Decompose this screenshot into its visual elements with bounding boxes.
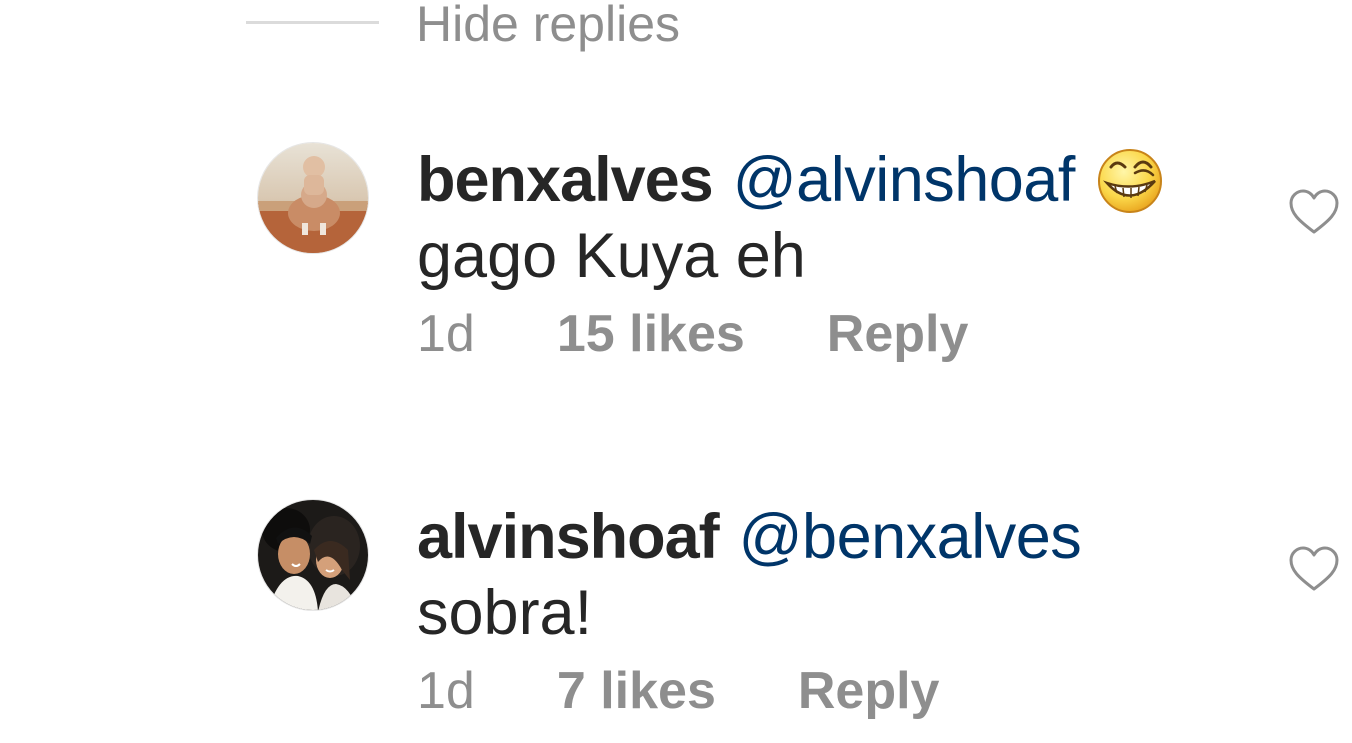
- mention-link[interactable]: @alvinshoaf: [733, 140, 1076, 220]
- comment-body: alvinshoaf @benxalves sobra! 1d 7 likes …: [417, 497, 1257, 721]
- comment-timestamp: 1d: [417, 305, 475, 363]
- mention-link[interactable]: @benxalves: [739, 497, 1082, 577]
- comment-header-line: benxalves @alvinshoaf: [417, 140, 1257, 220]
- likes-count-button[interactable]: 15 likes: [557, 304, 745, 364]
- reply-button[interactable]: Reply: [827, 304, 969, 364]
- comment-meta: 1d 7 likes Reply: [417, 661, 1257, 721]
- avatar-photo: [258, 143, 368, 253]
- hide-replies-row: Hide replies: [246, 0, 680, 52]
- username-link[interactable]: benxalves: [417, 140, 714, 220]
- avatar[interactable]: [257, 499, 369, 611]
- heart-outline-icon[interactable]: [1288, 188, 1340, 236]
- username-link[interactable]: alvinshoaf: [417, 497, 720, 577]
- likes-count-button[interactable]: 7 likes: [557, 661, 716, 721]
- comment-header-line: alvinshoaf @benxalves: [417, 497, 1257, 577]
- comment-timestamp: 1d: [417, 662, 475, 720]
- avatar[interactable]: [257, 142, 369, 254]
- comment-text: sobra!: [417, 578, 593, 648]
- comment-meta: 1d 15 likes Reply: [417, 304, 1257, 364]
- comment-body: benxalves @alvinshoaf gago Kuya eh 1d 15…: [417, 140, 1257, 364]
- heart-outline-icon[interactable]: [1288, 545, 1340, 593]
- grinning-squinting-face-emoji-icon: [1095, 145, 1165, 215]
- comment-text: gago Kuya eh: [417, 221, 806, 291]
- comment-thread: Hide replies benxalves @alvinshoaf gago …: [0, 0, 1352, 743]
- reply-button[interactable]: Reply: [798, 661, 940, 721]
- replies-divider-line: [246, 20, 379, 24]
- hide-replies-button[interactable]: Hide replies: [416, 0, 680, 49]
- avatar-photo: [258, 500, 368, 610]
